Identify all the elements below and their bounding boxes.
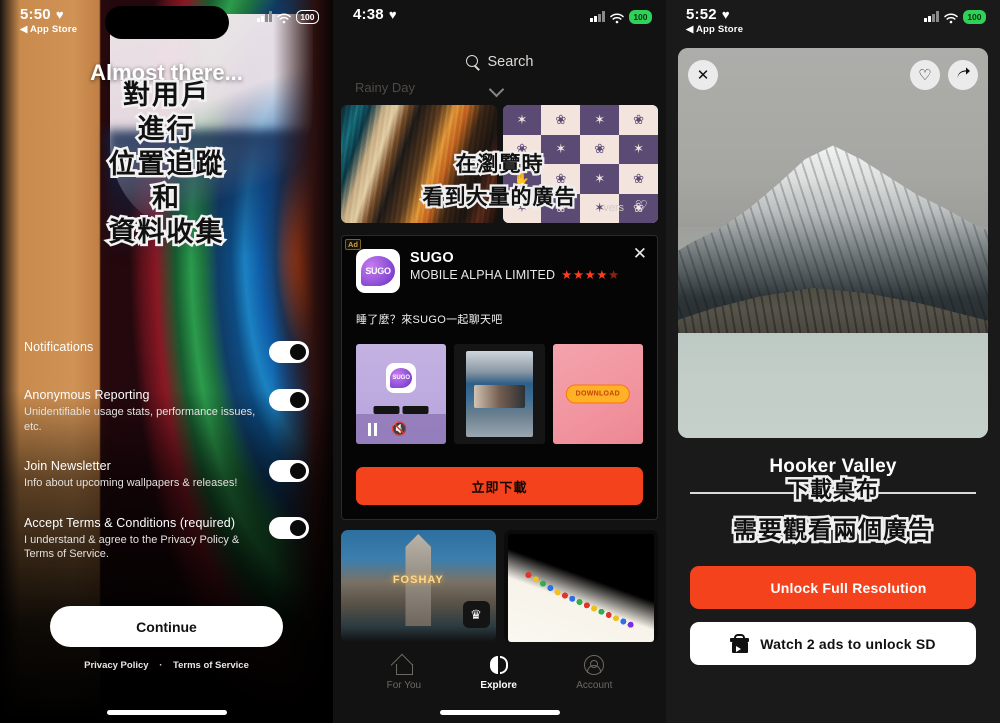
ad-thumb-download[interactable]: DOWNLOAD	[552, 344, 643, 444]
wallpaper-card-foshay[interactable]: FOSHAY ♛	[341, 530, 496, 642]
home-indicator[interactable]	[439, 710, 560, 715]
setting-title: Join Newsletter	[24, 459, 111, 474]
legal-links: Privacy Policy · Terms of Service	[0, 660, 333, 671]
overlay-line: 需要觀看兩個廣告	[731, 514, 935, 547]
share-icon	[956, 66, 971, 85]
mute-icon[interactable]: 🔇	[391, 421, 407, 437]
chevron-down-icon[interactable]	[491, 84, 504, 92]
tab-label: Account	[576, 680, 613, 691]
search-bar[interactable]: Search	[333, 54, 666, 70]
three-phone-screenshots: 5:50 ♥ ◀ App Store 100 Almost there... 對…	[0, 0, 1000, 723]
overlay-line: 資料收集	[106, 216, 225, 250]
ad-rating-stars: ★★★★★	[561, 268, 620, 282]
tab-label: Explore	[480, 680, 517, 691]
overlay-line: 位置追蹤	[106, 147, 225, 181]
overlay-line: 進行	[135, 113, 196, 147]
category-label[interactable]: Rainy Day	[355, 80, 415, 95]
chinese-overlay-caption: 在瀏覽時 看到大量的廣告	[333, 148, 666, 212]
terms-of-service-link[interactable]: Terms of Service	[173, 660, 249, 671]
favorite-button[interactable]: ♡	[910, 60, 940, 90]
setting-title: Accept Terms & Conditions (required)	[24, 515, 236, 530]
search-input[interactable]: Search	[488, 54, 534, 70]
wallpaper-card-confetti[interactable]	[503, 530, 658, 642]
ad-download-button[interactable]: 立即下載	[356, 467, 643, 505]
ad-developer-name: MOBILE ALPHA LIMITED	[410, 267, 556, 282]
close-button[interactable]: ✕	[688, 60, 718, 90]
account-icon	[584, 655, 605, 675]
overlay-line: 對用戶	[121, 79, 211, 113]
setting-row-notifications[interactable]: Notifications	[24, 340, 309, 363]
chinese-overlay-caption: 對用戶 進行 位置追蹤 和 資料收集	[0, 79, 333, 250]
close-icon: ✕	[696, 67, 710, 84]
detail-toolbar: ✕ ♡	[688, 60, 978, 90]
overlay-line: 下載桌布	[784, 476, 880, 506]
tab-for-you[interactable]: For You	[387, 656, 421, 691]
search-icon	[465, 55, 480, 69]
panel-wallpaper-detail: 5:52 ♥ ◀ App Store 100 ✕ ♡ Hooker Valley…	[666, 0, 1000, 723]
setting-row-accept-terms[interactable]: Accept Terms & Conditions (required) I u…	[24, 516, 309, 562]
setting-title: Anonymous Reporting	[24, 388, 150, 402]
ad-thumb-video[interactable]	[454, 344, 545, 444]
button-label: Unlock Full Resolution	[770, 579, 927, 596]
ad-copy-text: 睡了麼？來SUGO一起聊天吧	[356, 314, 503, 326]
wallpaper-grid: FOSHAY ♛	[341, 530, 658, 642]
bottom-tab-bar: For You Explore Account	[333, 645, 666, 701]
toggle-notifications[interactable]	[269, 341, 309, 363]
setting-row-join-newsletter[interactable]: Join Newsletter Info about upcoming wall…	[24, 459, 309, 491]
button-label: Watch 2 ads to unlock SD	[760, 635, 936, 652]
overlay-line: 看到大量的廣告	[420, 183, 578, 212]
setting-title: Notifications	[24, 340, 94, 354]
crown-icon: ♛	[462, 601, 490, 628]
panel-explore-feed: 4:38 ♥ 100 Search Rainy Day ✶ ❀ ✶ ❀ ❀ ✶ …	[333, 0, 666, 723]
tab-label: For You	[386, 679, 422, 691]
download-badge: DOWNLOAD	[565, 384, 631, 404]
panel-onboarding: 5:50 ♥ ◀ App Store 100 Almost there... 對…	[0, 0, 333, 723]
crown-icon	[739, 580, 759, 595]
ad-app-icon-label: SUGO	[361, 256, 395, 286]
settings-list: Notifications Anonymous Reporting Uniden…	[0, 340, 333, 562]
close-icon[interactable]: ✕	[633, 244, 647, 264]
wallpaper-preview-image[interactable]	[678, 48, 988, 438]
overlay-line: 和	[150, 182, 182, 216]
continue-button[interactable]: Continue	[50, 606, 283, 647]
gift-icon	[730, 634, 750, 653]
home-indicator[interactable]	[106, 710, 227, 715]
overlay-line: 在瀏覽時	[453, 150, 545, 179]
ad-app-name: SUGO	[410, 250, 454, 266]
chinese-overlay-caption: 下載桌布 需要觀看兩個廣告	[666, 472, 1000, 547]
setting-subtitle: Unidentifiable usage stats, performance …	[24, 406, 256, 433]
wallpaper-card-label: FOSHAY	[392, 574, 444, 586]
explore-icon	[488, 655, 510, 675]
advertisement-card[interactable]: Ad ✕ SUGO SUGO MOBILE ALPHA LIMITED ★★★★…	[341, 235, 658, 520]
watch-ads-button[interactable]: Watch 2 ads to unlock SD	[690, 622, 976, 665]
setting-subtitle: I understand & agree to the Privacy Poli…	[24, 533, 240, 561]
tab-account[interactable]: Account	[576, 655, 612, 691]
home-icon	[393, 656, 415, 675]
pause-icon[interactable]	[368, 422, 377, 436]
tab-explore[interactable]: Explore	[480, 655, 517, 691]
toggle-accept-terms[interactable]	[269, 516, 309, 539]
share-button[interactable]	[948, 60, 978, 90]
privacy-policy-link[interactable]: Privacy Policy	[84, 660, 148, 671]
legal-separator: ·	[159, 660, 163, 671]
toggle-anonymous-reporting[interactable]	[269, 389, 309, 411]
ad-badge: Ad	[345, 239, 361, 250]
ad-media-thumbnails[interactable]: SUGO 🔇 DOWNLOAD	[342, 327, 657, 444]
unlock-full-resolution-button[interactable]: Unlock Full Resolution	[690, 566, 976, 609]
setting-subtitle: Info about upcoming wallpapers & release…	[24, 477, 238, 490]
device-notch	[104, 6, 229, 39]
ad-app-icon: SUGO	[356, 249, 400, 293]
setting-row-anonymous-reporting[interactable]: Anonymous Reporting Unidentifiable usage…	[24, 388, 309, 434]
heart-outline-icon: ♡	[918, 67, 932, 84]
ad-thumb-app-preview[interactable]: SUGO 🔇	[356, 344, 447, 444]
toggle-join-newsletter[interactable]	[269, 460, 309, 483]
